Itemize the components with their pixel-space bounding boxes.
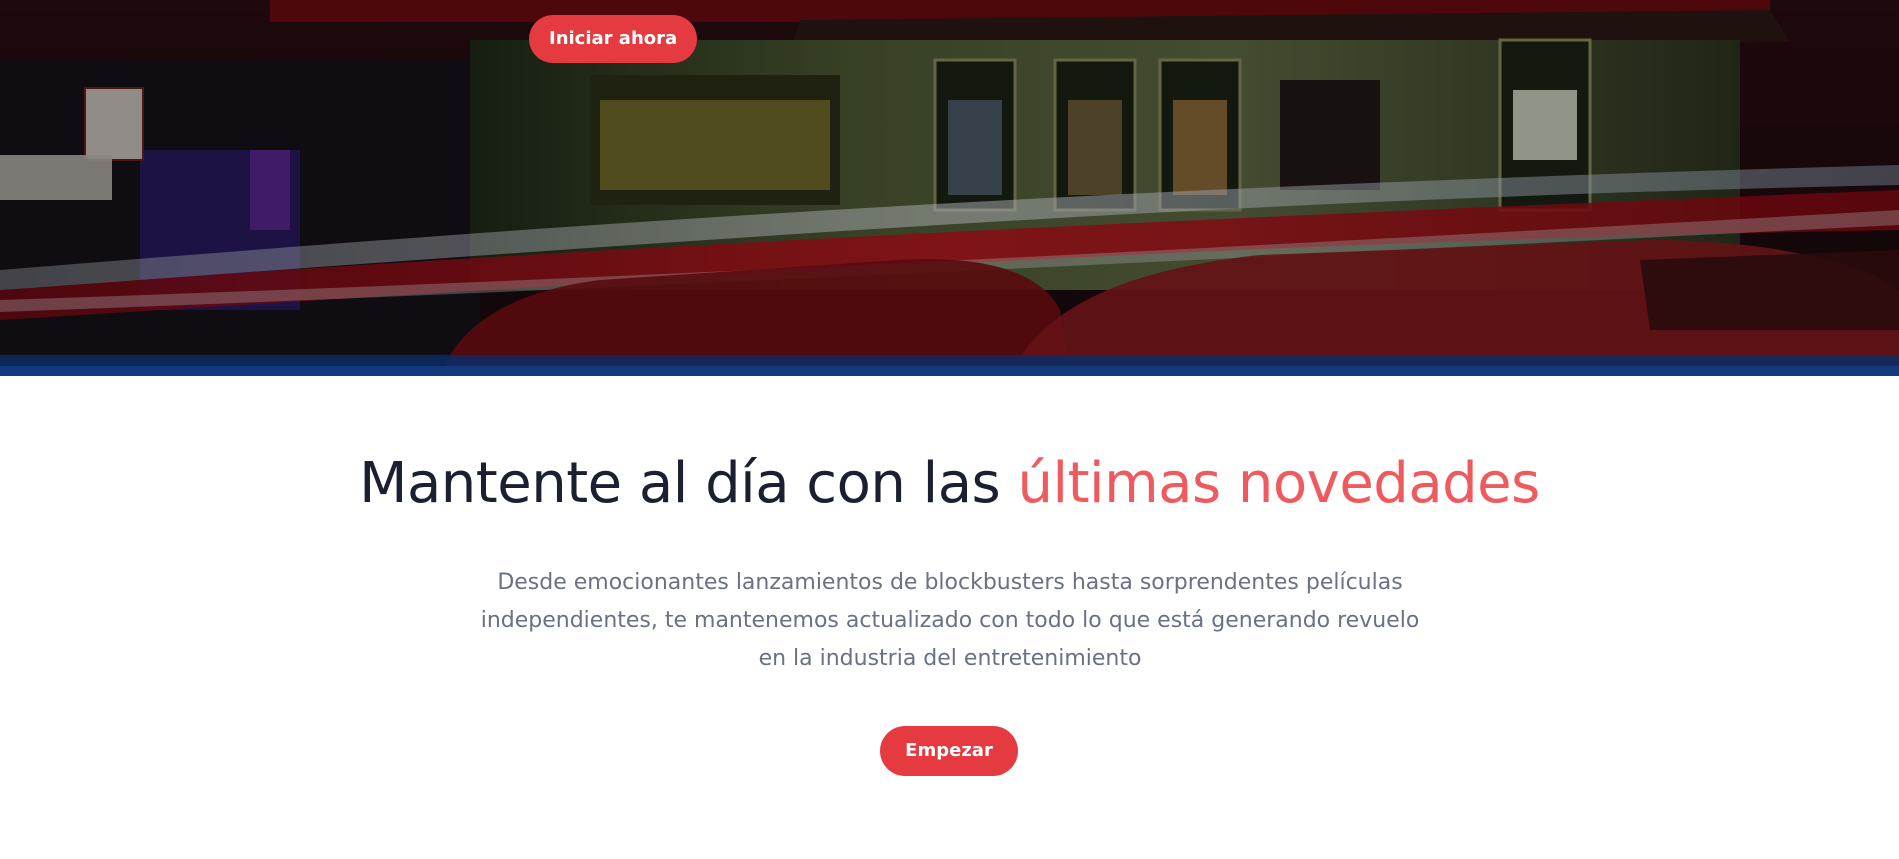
get-started-button[interactable]: Empezar xyxy=(880,726,1018,776)
headline-main-text: Mantente al día con las xyxy=(359,451,1018,516)
section-headline: Mantente al día con las últimas novedade… xyxy=(0,448,1899,520)
headline-accent-text: últimas novedades xyxy=(1017,451,1541,516)
start-now-button[interactable]: Iniciar ahora xyxy=(529,15,698,63)
hero-banner: Iniciar ahora xyxy=(0,0,1899,376)
section-description: Desde emocionantes lanzamientos de block… xyxy=(480,570,1420,671)
hero-background-image xyxy=(0,0,1899,376)
news-section: Mantente al día con las últimas novedade… xyxy=(0,376,1899,859)
